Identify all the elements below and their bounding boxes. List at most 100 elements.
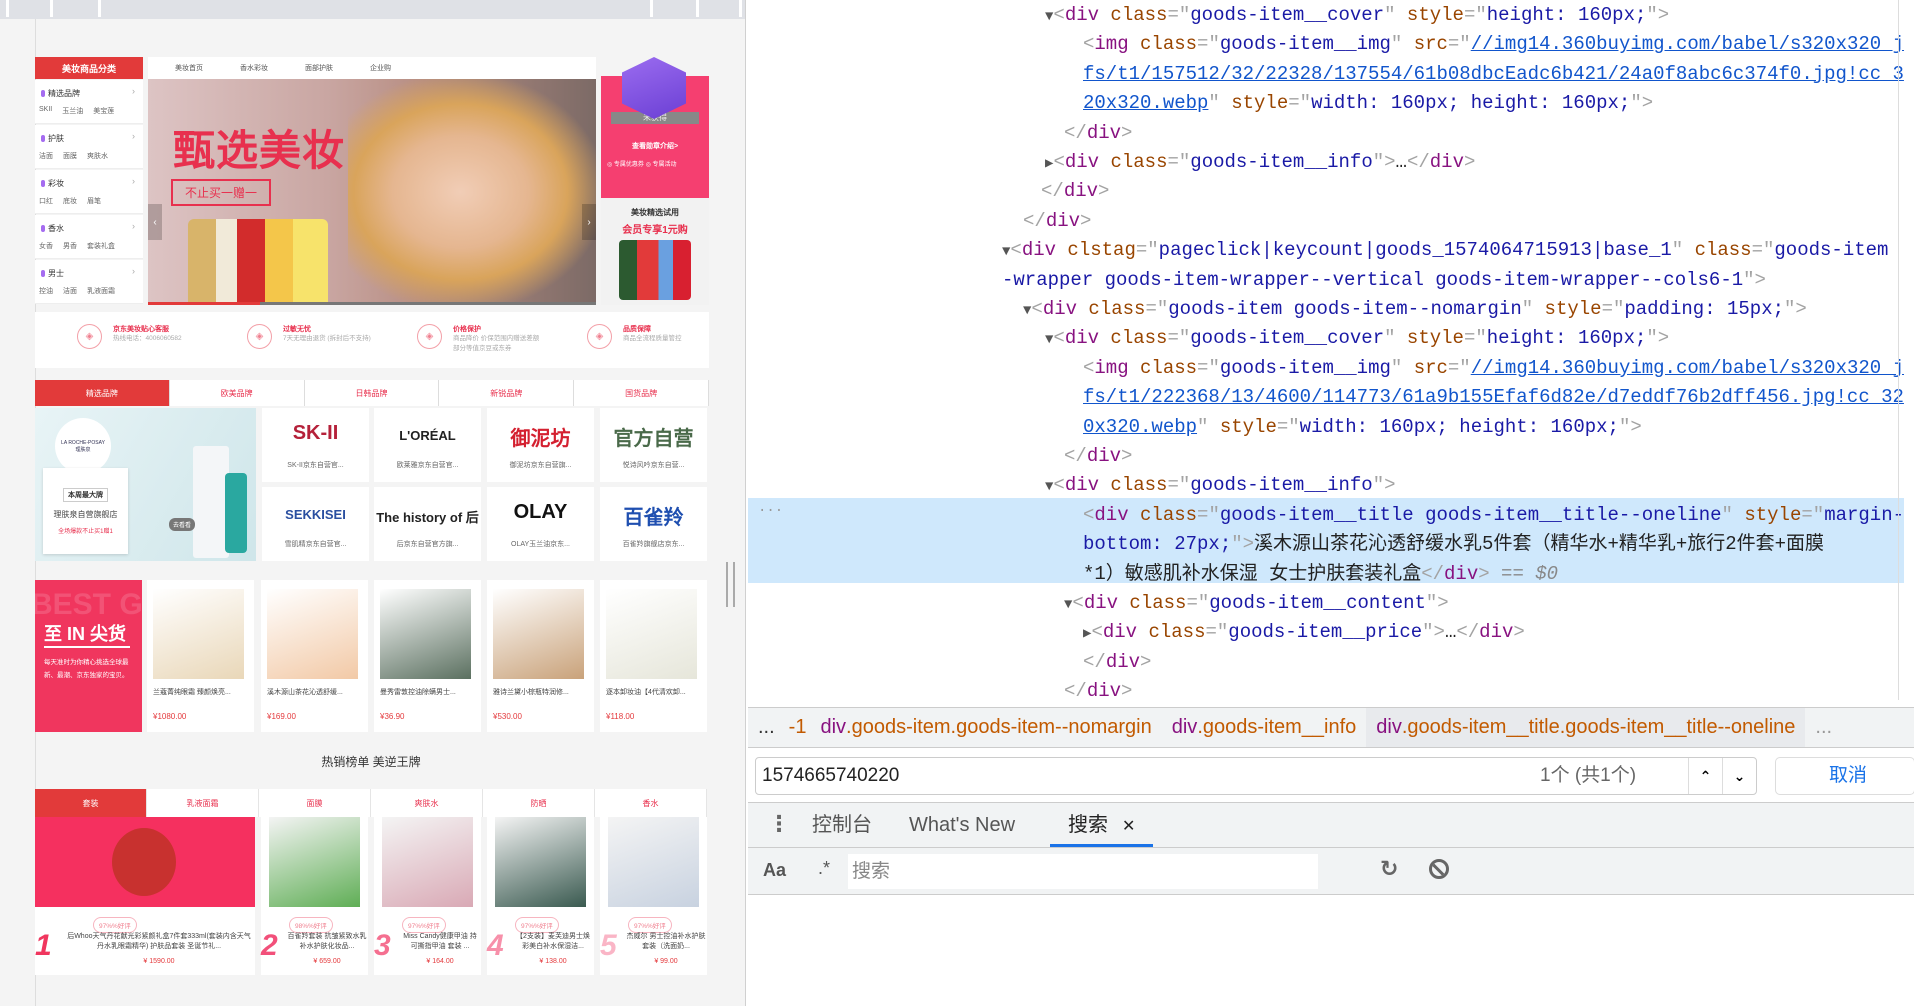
nav-link[interactable]: 企业购 (370, 63, 391, 73)
tab-brand[interactable]: 日韩品牌 (305, 380, 440, 406)
nav-link[interactable]: 面部护肤 (305, 63, 333, 73)
breadcrumb-item[interactable]: div .goods-item.goods-item--nomargin (810, 708, 1161, 747)
nav-link[interactable]: 香水彩妆 (240, 63, 268, 73)
code-line[interactable]: ▼<div class="goods-item__cover" style="h… (1045, 1, 1669, 30)
category-item[interactable]: 彩妆 › 口红 底妆 眉笔 (35, 170, 143, 214)
clear-icon[interactable] (1429, 859, 1449, 879)
tab-ranking[interactable]: 爽肤水 (371, 789, 483, 817)
find-input[interactable]: 1574665740220 (762, 758, 899, 794)
breadcrumb-more-right[interactable]: ... (1805, 708, 1842, 747)
breadcrumb-item[interactable]: div .goods-item__info (1162, 708, 1367, 747)
elements-tree[interactable]: ... ▼<div class="goods-item__cover" styl… (748, 0, 1904, 702)
breadcrumb-more-left[interactable]: ... (748, 708, 785, 747)
trial-panel[interactable]: 美妆精选试用 会员专享1元购 (601, 198, 709, 305)
code-line[interactable]: ▼<div clstag="pageclick|keycount|goods_1… (1002, 236, 1888, 265)
find-next-button[interactable]: ⌄ (1722, 758, 1756, 794)
code-line[interactable]: fs/t1/222368/13/4600/114773/61a9b155Efaf… (1083, 383, 1904, 412)
category-sub-link[interactable]: 洁面 (39, 151, 53, 161)
tab-brand[interactable]: 新锐品牌 (439, 380, 575, 406)
code-line[interactable]: ▶<div class="goods-item__info">…</div> (1045, 148, 1475, 177)
code-token[interactable]: fs/t1/157512/32/22328/137554/61b08dbcEad… (1083, 63, 1904, 85)
code-token[interactable]: //img14.360buyimg.com/babel/s320x320_j (1471, 357, 1904, 379)
product-card[interactable]: 逐本卸妆油【4代清欢卸... ¥118.00 (600, 580, 707, 732)
ranking-item[interactable]: 97%%好评 4 【2支装】麦芙迪男士焕彩美白补水保湿洁... ¥ 138.00 (487, 817, 594, 975)
ranking-item[interactable]: 98%%好评 2 百雀羚套装 抗皱紧致水乳补水护肤化妆品... ¥ 659.00 (261, 817, 368, 975)
tab-ranking[interactable]: 套装 (35, 789, 147, 817)
tab-ranking[interactable]: 乳液面霜 (147, 789, 259, 817)
category-sub-link[interactable]: 底妆 (63, 196, 77, 206)
category-item[interactable]: 男士 › 控油 洁面 乳液面霜 (35, 260, 143, 304)
page-scrollbar[interactable] (726, 562, 735, 607)
code-line[interactable]: 20x320.webp" style="width: 160px; height… (1083, 89, 1653, 118)
breadcrumb-partial[interactable]: -1 (785, 708, 811, 747)
regex-toggle[interactable]: .* (818, 858, 830, 879)
product-card[interactable]: 兰蔻菁纯眼霜 臻颜焕亮... ¥1080.00 (147, 580, 254, 732)
drawer-tab[interactable]: 搜索 ✕ (1050, 803, 1154, 847)
promo-go-button[interactable]: 去看看 (169, 518, 196, 531)
product-card[interactable]: 曼秀雷敦控油除螨男士... ¥36.90 (374, 580, 481, 732)
category-sub-link[interactable]: 眉笔 (87, 196, 101, 206)
code-line[interactable]: <div class="goods-item__title goods-item… (1083, 501, 1904, 530)
category-item[interactable]: 护肤 › 洁面 面膜 爽肤水 (35, 125, 143, 169)
code-line[interactable]: bottom: 27px;">溪木源山茶花沁透舒缓水乳5件套（精华水+精华乳+旅… (1083, 530, 1824, 559)
category-sub-link[interactable]: 洁面 (63, 286, 77, 296)
node-options-ellipsis[interactable]: ... (758, 500, 783, 516)
tab-ranking[interactable]: 防晒 (483, 789, 595, 817)
code-line[interactable]: <img class="goods-item__img" src="//img1… (1083, 30, 1904, 59)
elements-scrollbar[interactable] (1898, 0, 1899, 700)
refresh-icon[interactable]: ↻ (1380, 856, 1398, 882)
tab-brand[interactable]: 国货品牌 (574, 380, 709, 406)
code-line[interactable]: ▼<div class="goods-item__cover" style="h… (1045, 324, 1669, 353)
code-line[interactable]: ▼<div class="goods-item__info"> (1045, 471, 1396, 500)
code-line[interactable]: ▶<div class="goods-item__price">…</div> (1083, 618, 1525, 647)
brand-card[interactable]: 官方自营 悦诗风吟京东自营... (600, 408, 707, 482)
banner-prev-button[interactable]: ‹ (148, 204, 162, 240)
code-token[interactable]: 0x320.webp (1083, 416, 1197, 438)
code-token[interactable]: fs/t1/222368/13/4600/114773/61a9b155Efaf… (1083, 386, 1904, 408)
category-sub-link[interactable]: 玉兰油 (62, 106, 83, 116)
category-sub-link[interactable]: 套装礼盒 (87, 241, 115, 251)
code-token[interactable]: 20x320.webp (1083, 92, 1208, 114)
nav-link[interactable]: 美妆首页 (175, 63, 203, 73)
code-line[interactable]: fs/t1/157512/32/22328/137554/61b08dbcEad… (1083, 60, 1904, 89)
category-sub-link[interactable]: 女香 (39, 241, 53, 251)
category-sub-link[interactable]: 男香 (63, 241, 77, 251)
product-card[interactable]: 溪木源山茶花沁透舒缓... ¥169.00 (261, 580, 368, 732)
ranking-item[interactable]: 97%%好评 1 后Whoo天气丹花献光彩紧颜礼盒7件套333ml(套装内含天气丹水… (35, 817, 255, 975)
tab-brand[interactable]: 欧美品牌 (170, 380, 305, 406)
code-line[interactable]: ▼<div class="goods-item__content"> (1064, 589, 1449, 618)
code-line[interactable]: </div> (1064, 442, 1132, 471)
ranking-item[interactable]: 97%%好评 5 杰威尔 男士控油补水护肤套装（洗面奶... ¥ 99.00 (600, 817, 707, 975)
category-item[interactable]: 香水 › 女香 男香 套装礼盒 (35, 215, 143, 259)
close-icon[interactable]: ✕ (1122, 818, 1135, 835)
code-line[interactable]: <img class="goods-item__img" src="//img1… (1083, 354, 1904, 383)
tab-ranking[interactable]: 香水 (595, 789, 707, 817)
in-block[interactable]: BEST G 至 IN 尖货 每天准时为你精心挑选全球最新、最潮、京东独家的宝贝… (35, 580, 142, 732)
code-line[interactable]: 0x320.webp" style="width: 160px; height:… (1083, 413, 1642, 442)
code-line[interactable]: </div> (1023, 207, 1091, 236)
find-prev-button[interactable]: ⌃ (1688, 758, 1722, 794)
search-input[interactable]: 搜索 (848, 854, 1318, 889)
code-line[interactable]: *1）敏感肌补水保湿 女士护肤套装礼盒</div> == $0 (1083, 560, 1558, 589)
brand-card[interactable]: SEKKISEI 雪肌精京东自营官... (262, 487, 369, 561)
product-card[interactable]: 雅诗兰黛小棕瓶特润修... ¥530.00 (487, 580, 594, 732)
drawer-menu-icon[interactable]: ⋮ (768, 811, 790, 837)
tab-ranking[interactable]: 面膜 (259, 789, 371, 817)
brand-card[interactable]: SK-II SK-II京东自营官... (262, 408, 369, 482)
find-cancel-button[interactable]: 取消 (1775, 757, 1914, 795)
category-sub-link[interactable]: 乳液面霜 (87, 286, 115, 296)
code-line[interactable]: </div> (1083, 648, 1151, 677)
category-sub-link[interactable]: 口红 (39, 196, 53, 206)
banner-next-button[interactable]: › (582, 204, 596, 240)
code-line[interactable]: -wrapper goods-item-wrapper--vertical go… (1002, 266, 1766, 295)
category-sub-link[interactable]: 爽肤水 (87, 151, 108, 161)
code-line[interactable]: </div> (1064, 677, 1132, 702)
category-sub-link[interactable]: 美宝莲 (93, 106, 114, 116)
medal-info-link[interactable]: 查看勋章介绍> (601, 141, 709, 151)
category-item[interactable]: 精选品牌 › SKII 玉兰油 美宝莲 (35, 80, 143, 124)
code-line[interactable]: </div> (1041, 177, 1109, 206)
tab-brand[interactable]: 精选品牌 (35, 380, 170, 406)
category-sub-link[interactable]: SKII (39, 106, 52, 116)
code-line[interactable]: ▼<div class="goods-item goods-item--noma… (1023, 295, 1807, 324)
breadcrumb-item[interactable]: div .goods-item__title.goods-item__title-… (1366, 708, 1806, 747)
